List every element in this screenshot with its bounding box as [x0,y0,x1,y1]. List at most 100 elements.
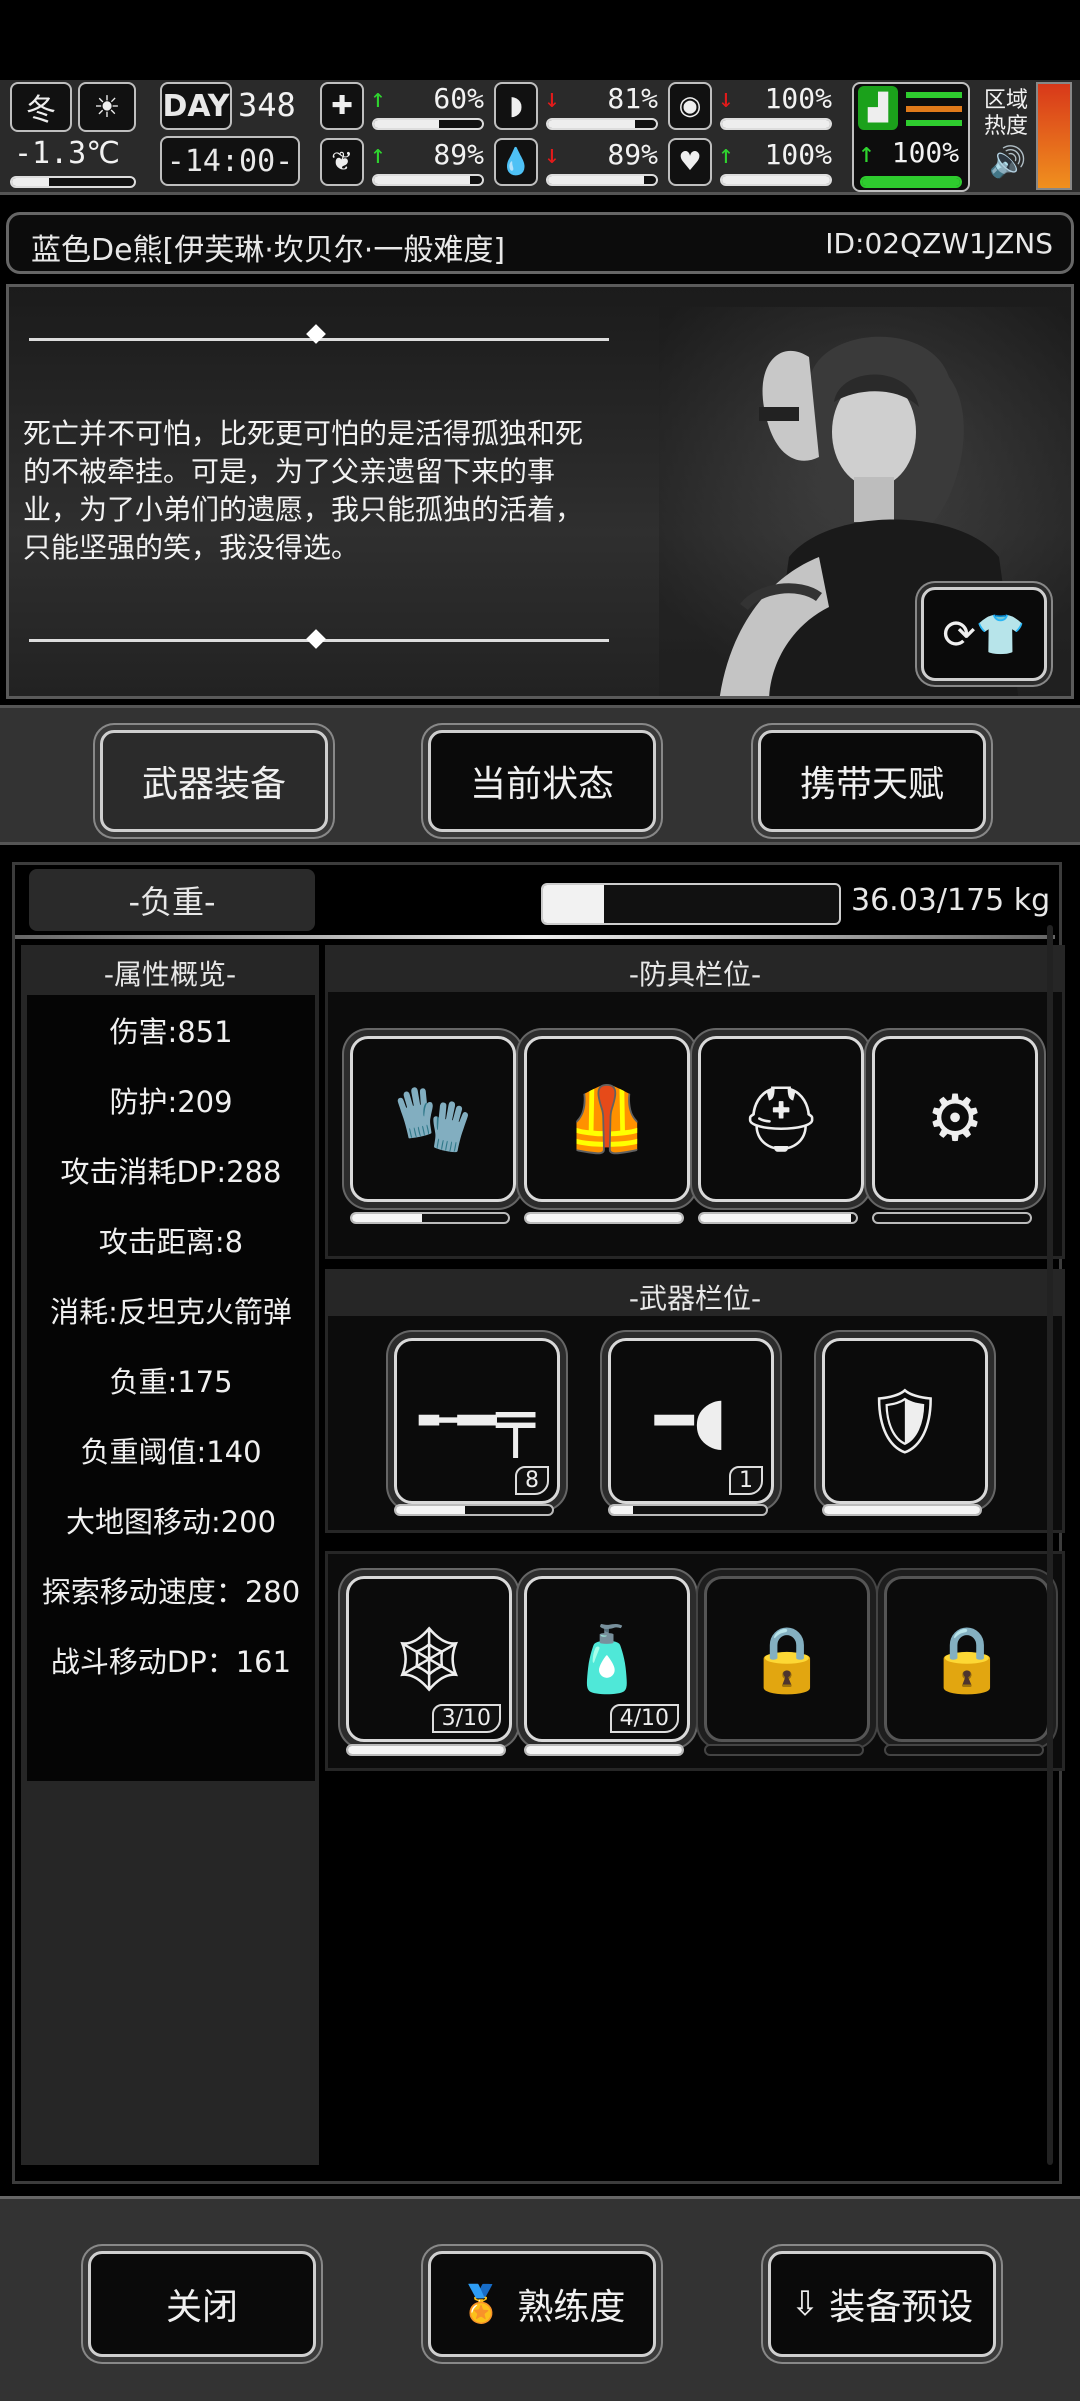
outfit-swap-icon: ⟳👕 [942,611,1026,658]
tab-weapons-equipment[interactable]: 武器装备 [100,730,328,832]
armor-slot[interactable]: 🧤 [350,1036,516,1202]
durability-bar [608,1504,768,1516]
item-count: 3/10 [431,1704,501,1733]
durability-bar [524,1744,684,1756]
durability-bar [524,1212,684,1224]
armor-slot[interactable]: ⛑ [698,1036,864,1202]
heart-icon: ♥ [668,138,712,186]
items-slot[interactable]: 🧴 4/10 [524,1576,690,1742]
boot-icon: ▟ [858,86,898,130]
health-value: 60% [433,82,484,115]
attribute-item: 负重:175 [109,1365,233,1399]
thirst-value: 89% [607,138,658,171]
items-slot[interactable]: 🔒 [704,1576,870,1742]
attribute-item: 攻击距离:8 [98,1225,244,1259]
preset-icon: ⇩ [790,2284,820,2324]
tab-current-status[interactable]: 当前状态 [428,730,656,832]
items-slot[interactable]: 🕸 3/10 [346,1576,512,1742]
proficiency-button[interactable]: 🏅 熟练度 [428,2251,656,2357]
armor-slot[interactable]: 🦺 [524,1036,690,1202]
body-armor-icon: 🦺 [567,1082,647,1157]
canister-icon: 🧴 [567,1622,647,1697]
weapons-slot[interactable]: 🛡 [822,1338,988,1504]
close-button[interactable]: 关闭 [88,2251,316,2357]
sniper-rifle-icon: ╾━╤ [419,1384,535,1458]
thirst-bar [546,174,658,186]
scrollbar[interactable] [1047,925,1053,2165]
attribute-item: 负重阈值:140 [80,1435,262,1469]
trend-up-icon: ↑ [718,140,734,170]
attribute-item: 大地图移动:200 [65,1505,277,1539]
weapons-header-bg: -武器栏位- [325,1269,1065,1315]
foot-value: 100% [891,136,960,169]
change-outfit-button[interactable]: ⟳👕 [921,587,1047,681]
proficiency-label: 熟练度 [517,2287,626,2328]
hunger-bar [546,118,658,130]
heart-bar [720,174,832,186]
armor-slot[interactable]: ⚙ [872,1036,1038,1202]
trend-down-icon: ↓ [544,140,560,170]
day-value: 348 [238,86,296,124]
armor-header-bg: -防具栏位- [325,945,1065,991]
ornament-icon [306,629,326,649]
durability-bar [698,1212,858,1224]
tab-bar: 武器装备 当前状态 携带天赋 [0,705,1080,845]
time-display: -14:00- [160,136,300,186]
stamina-value: 100% [764,82,832,115]
leg-armor-icon: ⚙ [926,1082,984,1156]
load-bar [541,883,841,925]
attribute-item: 消耗:反坦克火箭弹 [50,1295,292,1329]
season-icon: 冬 [10,82,72,132]
item-count: 8 [515,1466,549,1495]
trend-down-icon: ↓ [718,84,734,114]
net-icon: 🕸 [388,1622,470,1697]
temperature: -1.3℃ [14,136,120,171]
attributes-section: -属性概览- 伤害:851 防护:209 攻击消耗DP:288 攻击距离:8 消耗:反坦… [21,945,319,2165]
attribute-item: 防护:209 [109,1085,233,1119]
lungs-icon: ◉ [668,82,712,130]
durability-bar [704,1744,864,1756]
durability-bar [872,1212,1032,1224]
heart-value: 100% [764,138,832,171]
helmet-icon: ⛑ [740,1082,822,1157]
weapons-slot[interactable]: ╾━╤ 8 [394,1338,560,1504]
trend-up-icon: ↑ [370,84,386,114]
divider [15,935,1055,939]
speaker-icon[interactable]: 🔊 [989,142,1026,182]
items-slot[interactable]: 🔒 [884,1576,1050,1742]
riot-shield-icon: 🛡 [864,1384,946,1459]
trend-down-icon: ↓ [544,84,560,114]
durability-bar [884,1744,1044,1756]
character-story-panel: 死亡并不可怕，比死更可怕的是活得孤独和死的不被牵挂。可是，为了父亲遗留下来的事业… [6,284,1074,699]
attribute-item: 探索移动速度：280 [41,1575,301,1609]
attribute-item: 战斗移动DP：161 [50,1645,292,1679]
lock-icon: 🔒 [747,1622,827,1697]
equipment-preset-button[interactable]: ⇩ 装备预设 [768,2251,996,2357]
load-value: 36.03/175 kg [851,883,1051,918]
gloves-icon: 🧤 [393,1082,473,1157]
stamina-panel: ▟ ↑ 100% [852,82,970,192]
temperature-gauge [10,176,136,188]
lock-icon: 🔒 [927,1622,1007,1697]
weapons-slot[interactable]: ━◖ 1 [608,1338,774,1504]
proficiency-icon: 🏅 [458,2284,504,2325]
story-quote: 死亡并不可怕，比死更可怕的是活得孤独和死的不被牵挂。可是，为了父亲遗留下来的事业… [23,417,584,564]
durability-bar [822,1504,982,1516]
tab-talents[interactable]: 携带天赋 [758,730,986,832]
attributes-header: -属性概览- [103,958,237,991]
heat-meter [1036,82,1072,190]
rocket-launcher-icon: ━◖ [654,1384,728,1458]
mood-bar [372,174,484,186]
attribute-item: 伤害:851 [109,1015,233,1049]
player-id: ID:02QZW1JZNS [825,227,1053,260]
item-count: 1 [729,1466,763,1495]
system-status-bar [0,0,1080,80]
item-count: 4/10 [609,1704,679,1733]
sun-icon: ☀ [78,82,136,132]
armor-slots: 🧤 🦺 ⛑ ⚙ [325,989,1065,1259]
load-label: -负重- [29,869,315,931]
player-name-bar: 蓝色De熊[伊芙琳·坎贝尔·一般难度] ID:02QZW1JZNS [6,212,1074,274]
day-label: DAY [160,82,232,130]
player-name: 蓝色De熊[伊芙琳·坎贝尔·一般难度] [31,233,506,268]
trend-up-icon: ↑ [370,140,386,170]
